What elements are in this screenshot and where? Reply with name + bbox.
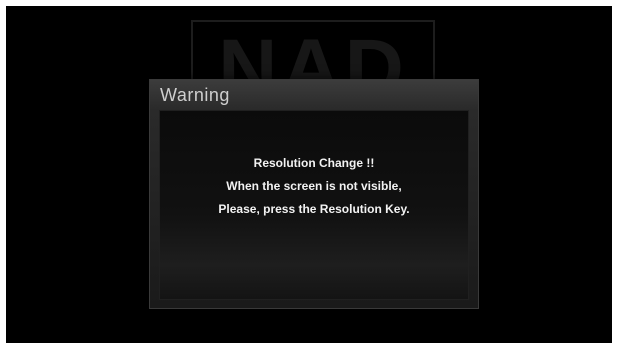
dialog-message-panel: Resolution Change !! When the screen is … [159,110,469,300]
message-line-2: When the screen is not visible, [226,179,402,193]
message-line-1: Resolution Change !! [253,156,375,170]
warning-dialog: Warning Resolution Change !! When the sc… [149,79,479,309]
message-line-3: Please, press the Resolution Key. [218,202,410,216]
tv-screen: NAD Warning Resolution Change !! When th… [6,6,612,343]
dialog-title: Warning [160,85,230,105]
